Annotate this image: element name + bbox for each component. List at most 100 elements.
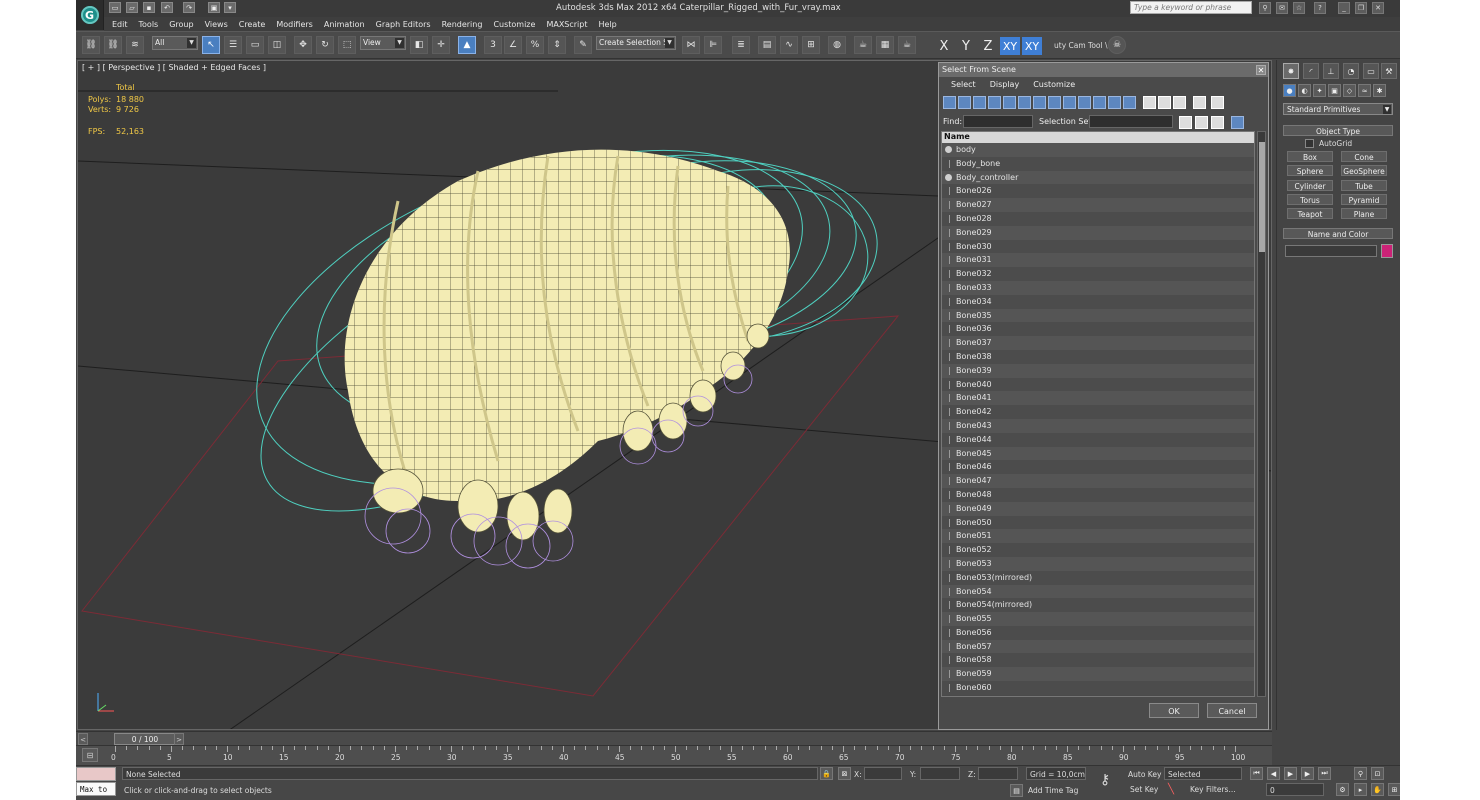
display-bones-icon[interactable] bbox=[1063, 96, 1076, 109]
rectangular-selection-icon[interactable]: ▭ bbox=[246, 36, 264, 54]
maximize-viewport-icon[interactable]: ⊞ bbox=[1388, 783, 1400, 796]
list-item[interactable]: Bone030 bbox=[942, 239, 1254, 254]
list-item[interactable]: Bone039 bbox=[942, 363, 1254, 378]
keyboard-shortcut-override-icon[interactable]: ▲ bbox=[458, 36, 476, 54]
object-category-dropdown[interactable]: Standard Primitives ▼ bbox=[1283, 103, 1393, 115]
window-crossing-icon[interactable]: ◫ bbox=[268, 36, 286, 54]
utilities-tab-icon[interactable]: ⚒ bbox=[1381, 63, 1397, 79]
autogrid-checkbox[interactable] bbox=[1305, 139, 1314, 148]
display-shapes-icon[interactable] bbox=[958, 96, 971, 109]
dialog-menu-customize[interactable]: Customize bbox=[1033, 80, 1075, 89]
space-warps-category-icon[interactable]: ≈ bbox=[1358, 84, 1371, 97]
menu-maxscript[interactable]: MAXScript bbox=[546, 20, 587, 29]
time-configuration-icon[interactable]: ⚙ bbox=[1336, 783, 1349, 796]
restrict-plane-cycle-button[interactable]: XY bbox=[1022, 37, 1042, 55]
menu-help[interactable]: Help bbox=[599, 20, 617, 29]
list-item[interactable]: Bone057 bbox=[942, 639, 1254, 654]
reference-coordinate-dropdown[interactable]: View ▼ bbox=[360, 36, 406, 50]
list-item[interactable]: Bone047 bbox=[942, 474, 1254, 488]
shapes-category-icon[interactable]: ◐ bbox=[1298, 84, 1311, 97]
list-item[interactable]: Bone055 bbox=[942, 612, 1254, 626]
select-none-icon[interactable] bbox=[1193, 96, 1206, 109]
menu-animation[interactable]: Animation bbox=[324, 20, 365, 29]
go-to-start-icon[interactable]: ⏮ bbox=[1250, 767, 1263, 780]
list-item[interactable]: Bone037 bbox=[942, 336, 1254, 350]
angle-snap-icon[interactable]: ∠ bbox=[504, 36, 522, 54]
graphite-ribbon-icon[interactable]: ▤ bbox=[758, 36, 776, 54]
current-frame-field[interactable]: 0 bbox=[1266, 783, 1324, 796]
favorites-star-icon[interactable]: ☆ bbox=[1293, 2, 1305, 14]
list-item[interactable]: Bone052 bbox=[942, 543, 1254, 557]
snaps-toggle-icon[interactable]: 3 bbox=[484, 36, 502, 54]
pivot-center-icon[interactable]: ◧ bbox=[410, 36, 428, 54]
display-cameras-icon[interactable] bbox=[988, 96, 1001, 109]
go-to-end-icon[interactable]: ⏭ bbox=[1318, 767, 1331, 780]
object-color-swatch[interactable] bbox=[1381, 244, 1393, 258]
project-folder-icon[interactable]: ▣ bbox=[208, 2, 220, 13]
time-slider-prev-icon[interactable]: < bbox=[78, 733, 88, 745]
key-icon[interactable]: ⚷ bbox=[1100, 772, 1122, 788]
field-of-view-icon[interactable]: ▸ bbox=[1354, 783, 1367, 796]
display-geometry-icon[interactable] bbox=[943, 96, 956, 109]
list-item[interactable]: Bone058 bbox=[942, 653, 1254, 668]
list-item[interactable]: Bone054(mirrored) bbox=[942, 598, 1254, 613]
align-icon[interactable]: ⊫ bbox=[704, 36, 722, 54]
zoom-extents-icon[interactable]: ⊡ bbox=[1371, 767, 1384, 780]
filter-icon[interactable] bbox=[1211, 96, 1224, 109]
absolute-mode-icon[interactable]: ⊠ bbox=[838, 767, 851, 780]
edit-named-selection-icon[interactable]: ✎ bbox=[574, 36, 592, 54]
close-icon[interactable]: ✕ bbox=[1372, 2, 1384, 14]
play-icon[interactable]: ▶ bbox=[1284, 767, 1297, 780]
mini-curve-editor-icon[interactable]: ⊟ bbox=[82, 748, 98, 762]
object-type-rollout[interactable]: Object Type bbox=[1283, 125, 1393, 136]
next-frame-icon[interactable]: ▶ bbox=[1301, 767, 1314, 780]
list-item[interactable]: Bone059 bbox=[942, 667, 1254, 682]
maxscript-mini-listener[interactable]: Max to bbox=[76, 782, 116, 796]
object-name-input[interactable] bbox=[1285, 245, 1377, 257]
motion-tab-icon[interactable]: ◔ bbox=[1343, 63, 1359, 79]
curve-editor-icon[interactable]: ∿ bbox=[780, 36, 798, 54]
display-hidden-icon[interactable] bbox=[1108, 96, 1121, 109]
display-space-warps-icon[interactable] bbox=[1018, 96, 1031, 109]
search-input[interactable]: Type a keyword or phrase bbox=[1130, 1, 1252, 14]
scale-icon[interactable]: ⬚ bbox=[338, 36, 356, 54]
menu-graph-editors[interactable]: Graph Editors bbox=[376, 20, 431, 29]
list-item[interactable]: Bone050 bbox=[942, 515, 1254, 530]
list-item[interactable]: Bone026 bbox=[942, 184, 1254, 199]
scrollbar-thumb[interactable] bbox=[1259, 142, 1265, 252]
add-to-selection-set-icon[interactable] bbox=[1195, 116, 1208, 129]
key-mode-dropdown[interactable]: Selected bbox=[1164, 767, 1242, 780]
list-item[interactable]: Bone035 bbox=[942, 308, 1254, 323]
geosphere-button[interactable]: GeoSphere bbox=[1341, 165, 1387, 176]
viewport-label[interactable]: [ + ] [ Perspective ] [ Shaded + Edged F… bbox=[82, 63, 266, 72]
list-item[interactable]: Bone029 bbox=[942, 225, 1254, 240]
menu-edit[interactable]: Edit bbox=[112, 20, 128, 29]
display-containers-icon[interactable] bbox=[1078, 96, 1091, 109]
display-lights-icon[interactable] bbox=[973, 96, 986, 109]
display-frozen-icon[interactable] bbox=[1093, 96, 1106, 109]
list-item[interactable]: Bone027 bbox=[942, 198, 1254, 212]
menu-tools[interactable]: Tools bbox=[139, 20, 159, 29]
select-all-icon[interactable] bbox=[1173, 96, 1186, 109]
dialog-menu-select[interactable]: Select bbox=[951, 80, 976, 89]
cameras-category-icon[interactable]: ▣ bbox=[1328, 84, 1341, 97]
set-key-filters-icon[interactable]: ╲ bbox=[1168, 784, 1180, 796]
list-item[interactable]: Bone054 bbox=[942, 584, 1254, 599]
display-none-icon[interactable] bbox=[1143, 96, 1156, 109]
lights-category-icon[interactable]: ✦ bbox=[1313, 84, 1326, 97]
list-item[interactable]: Bone045 bbox=[942, 446, 1254, 461]
time-tag-icon[interactable]: ▤ bbox=[1010, 784, 1023, 797]
list-item[interactable]: Bone032 bbox=[942, 267, 1254, 281]
x-coordinate-field[interactable] bbox=[864, 767, 902, 780]
layer-manager-icon[interactable]: ≣ bbox=[732, 36, 750, 54]
display-all-icon[interactable] bbox=[1123, 96, 1136, 109]
restrict-x-button[interactable]: X bbox=[934, 37, 954, 55]
minimize-icon[interactable]: _ bbox=[1338, 2, 1350, 14]
sphere-button[interactable]: Sphere bbox=[1287, 165, 1333, 176]
list-item[interactable]: Bone046 bbox=[942, 460, 1254, 475]
list-scrollbar[interactable] bbox=[1257, 131, 1266, 697]
dialog-menu-display[interactable]: Display bbox=[990, 80, 1020, 89]
column-header-name[interactable]: Name bbox=[942, 132, 1254, 143]
hierarchy-tab-icon[interactable]: ⊥ bbox=[1323, 63, 1339, 79]
select-and-link-icon[interactable]: ⛓ bbox=[82, 36, 100, 54]
